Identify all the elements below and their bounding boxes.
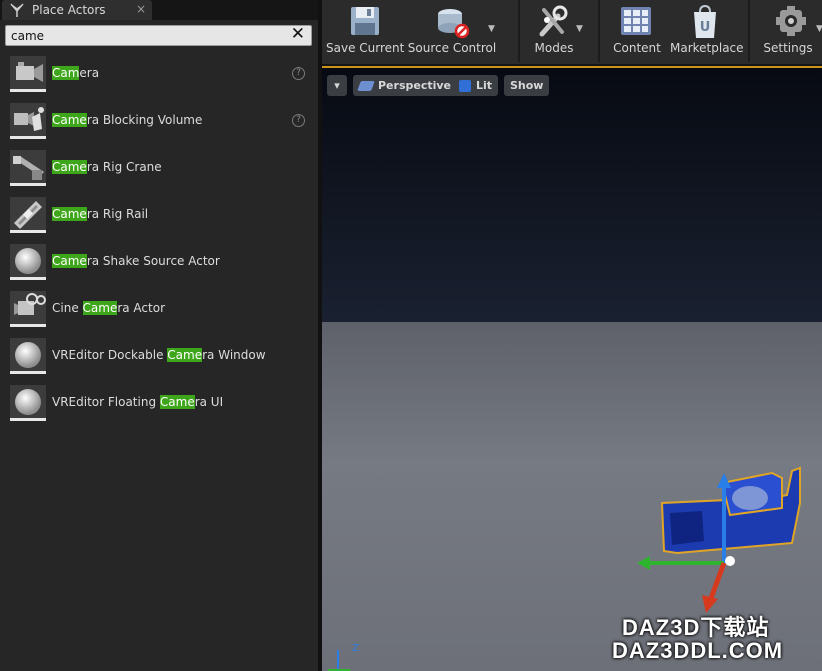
list-item-label: Camera Rig Crane bbox=[52, 160, 162, 174]
help-icon[interactable]: ? bbox=[292, 114, 305, 127]
settings-button[interactable]: ▼ Settings bbox=[754, 0, 822, 62]
save-current-label: Save Current bbox=[326, 41, 405, 55]
lit-button[interactable]: Lit bbox=[453, 75, 499, 96]
tab-bar: Place Actors × bbox=[0, 0, 318, 20]
camera-blocking-volume-icon bbox=[10, 103, 46, 139]
place-actors-panel: Place Actors × ✕ Camera ? Camera Blockin… bbox=[0, 0, 318, 671]
content-icon bbox=[621, 7, 651, 35]
level-viewport[interactable]: ▾ Perspective Lit Show Z DAZ3D下载站 DAZ3DD… bbox=[322, 66, 822, 671]
list-item-camera-shake-source-actor[interactable]: Camera Shake Source Actor bbox=[2, 238, 316, 285]
show-button[interactable]: Show bbox=[504, 75, 550, 96]
list-item-label: Camera Blocking Volume bbox=[52, 113, 203, 127]
source-control-button[interactable]: ▼ Source Control bbox=[406, 0, 498, 62]
list-item-label: Camera Shake Source Actor bbox=[52, 254, 220, 268]
svg-text:U: U bbox=[700, 20, 711, 35]
list-item-camera[interactable]: Camera ? bbox=[2, 50, 316, 97]
save-icon bbox=[351, 7, 379, 35]
list-item-label: VREditor Floating Camera UI bbox=[52, 395, 224, 409]
content-button[interactable]: Content bbox=[604, 0, 670, 62]
list-item-vreditor-floating-camera-ui[interactable]: VREditor Floating Camera UI bbox=[2, 379, 316, 426]
rig-rail-icon bbox=[10, 197, 46, 233]
content-label: Content bbox=[613, 41, 661, 55]
tab-title: Place Actors bbox=[32, 3, 106, 17]
list-item-camera-blocking-volume[interactable]: Camera Blocking Volume ? bbox=[2, 97, 316, 144]
perspective-label: Perspective bbox=[378, 79, 452, 92]
sphere-icon bbox=[10, 338, 46, 374]
lit-label: Lit bbox=[476, 79, 493, 92]
watermark-line2: DAZ3DDL.COM bbox=[612, 638, 784, 663]
sphere-icon bbox=[10, 385, 46, 421]
camera-rig-rail-actor[interactable] bbox=[622, 423, 822, 623]
list-item-label: Cine Camera Actor bbox=[52, 301, 166, 315]
modes-label: Modes bbox=[534, 41, 574, 55]
show-label: Show bbox=[510, 79, 544, 92]
settings-dropdown-icon[interactable]: ▼ bbox=[816, 24, 822, 34]
modes-dropdown-icon[interactable]: ▼ bbox=[576, 24, 583, 34]
list-item-camera-rig-rail[interactable]: Camera Rig Rail bbox=[2, 191, 316, 238]
camera-icon bbox=[10, 56, 46, 92]
list-item-cine-camera-actor[interactable]: Cine Camera Actor bbox=[2, 285, 316, 332]
modes-button[interactable]: ▼ Modes bbox=[522, 0, 586, 62]
marketplace-label: Marketplace bbox=[670, 41, 744, 55]
main-toolbar: Save Current ▼ Source Control ▼ Modes Co… bbox=[322, 0, 822, 64]
marketplace-button[interactable]: U Marketplace bbox=[670, 0, 744, 62]
perspective-button[interactable]: Perspective bbox=[353, 75, 458, 96]
cine-camera-icon bbox=[10, 291, 46, 327]
list-item-label: VREditor Dockable Camera Window bbox=[52, 348, 266, 362]
list-item-label: Camera bbox=[52, 66, 100, 80]
perspective-icon bbox=[357, 80, 375, 91]
save-current-button[interactable]: Save Current bbox=[326, 0, 405, 62]
source-control-dropdown-icon[interactable]: ▼ bbox=[488, 24, 495, 34]
tab-close-icon[interactable]: × bbox=[136, 2, 146, 16]
search-box: ✕ bbox=[5, 25, 312, 46]
marketplace-icon: U bbox=[694, 4, 716, 38]
toolbar-separator bbox=[518, 0, 520, 62]
settings-icon bbox=[776, 6, 806, 36]
source-control-label: Source Control bbox=[407, 41, 497, 55]
source-control-icon bbox=[438, 9, 470, 39]
modes-icon bbox=[539, 5, 568, 37]
rig-crane-icon bbox=[10, 150, 46, 186]
chevron-down-icon: ▾ bbox=[334, 79, 340, 92]
list-item-camera-rig-crane[interactable]: Camera Rig Crane bbox=[2, 144, 316, 191]
sphere-icon bbox=[10, 244, 46, 280]
clear-search-icon[interactable]: ✕ bbox=[291, 25, 305, 44]
search-input[interactable] bbox=[11, 27, 281, 44]
help-icon[interactable]: ? bbox=[292, 67, 305, 80]
place-actors-icon bbox=[8, 1, 26, 19]
actor-list: Camera ? Camera Blocking Volume ? Camera… bbox=[2, 50, 316, 426]
viewport-options-button[interactable]: ▾ bbox=[327, 75, 347, 96]
toolbar-separator bbox=[598, 0, 600, 62]
list-item-label: Camera Rig Rail bbox=[52, 207, 149, 221]
tab-place-actors[interactable]: Place Actors × bbox=[2, 0, 152, 20]
lit-cube-icon bbox=[459, 79, 471, 92]
settings-label: Settings bbox=[763, 41, 813, 55]
toolbar-separator bbox=[748, 0, 750, 62]
axis-indicator: Z bbox=[328, 643, 359, 671]
axis-z-label: Z bbox=[352, 643, 359, 654]
list-item-vreditor-dockable-camera-window[interactable]: VREditor Dockable Camera Window bbox=[2, 332, 316, 379]
